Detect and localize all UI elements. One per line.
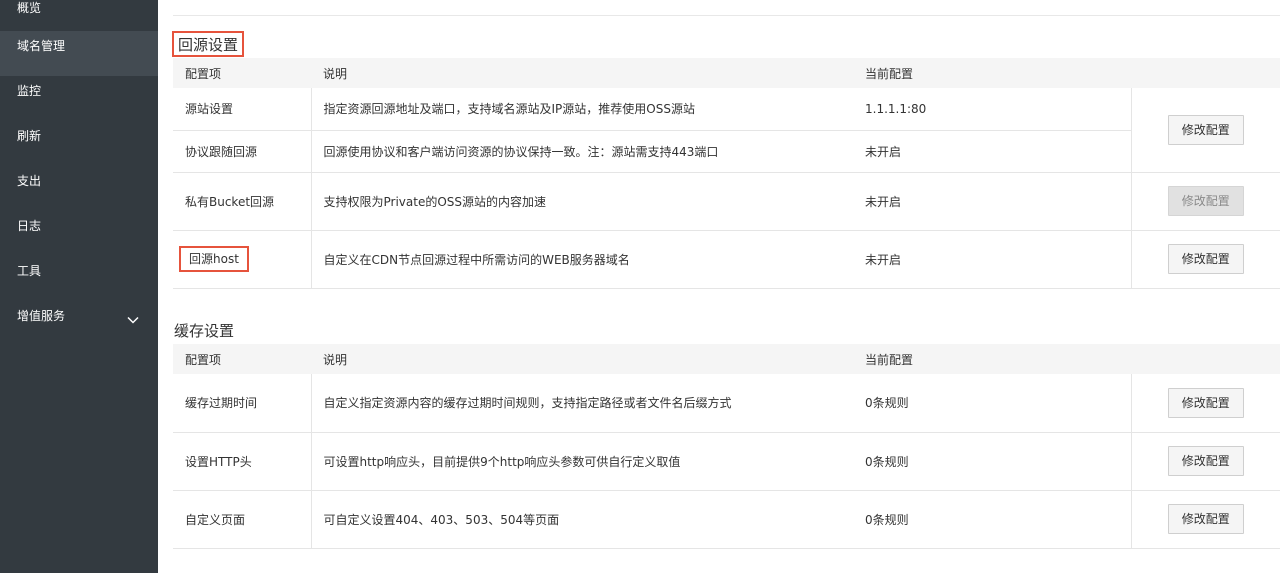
sidebar-item-label: 概览 [17, 1, 42, 15]
table-row: 设置HTTP头 可设置http响应头，目前提供9个http响应头参数可供自行定义… [173, 432, 1280, 491]
row-current: 未开启 [853, 172, 1131, 231]
row-desc: 自定义指定资源内容的缓存过期时间规则，支持指定路径或者文件名后缀方式 [310, 374, 853, 433]
row-current: 0条规则 [853, 432, 1131, 491]
modify-config-button[interactable]: 修改配置 [1167, 244, 1244, 274]
row-desc: 可设置http响应头，目前提供9个http响应头参数可供自行定义取值 [310, 432, 853, 491]
row-current: 0条规则 [853, 490, 1131, 549]
column-header-desc: 说明 [311, 58, 853, 88]
row-current: 1.1.1.1:80 [853, 88, 1131, 131]
table-header-row: 配置项 说明 当前配置 [173, 58, 1280, 88]
sidebar: 概览 域名管理 监控 刷新 支出 日志 工具 增值服务 [0, 0, 158, 573]
row-desc: 可自定义设置404、403、503、504等页面 [310, 490, 853, 549]
sidebar-item-domain-management[interactable]: 域名管理 [0, 31, 158, 76]
sidebar-item-refresh[interactable]: 刷新 [0, 121, 158, 166]
modify-config-button[interactable]: 修改配置 [1167, 114, 1244, 145]
table-header-row: 配置项 说明 当前配置 [173, 344, 1280, 374]
sidebar-item-overview[interactable]: 概览 [0, 0, 158, 31]
back-to-origin-table: 配置项 说明 当前配置 源站设置 指定资源回源地址及端口，支持域名源站及IP源站… [173, 58, 1280, 289]
row-item: 设置HTTP头 [173, 432, 311, 491]
row-desc: 自定义在CDN节点回源过程中所需访问的WEB服务器域名 [310, 230, 853, 289]
modify-config-button[interactable]: 修改配置 [1167, 446, 1244, 476]
row-desc: 回源使用协议和客户端访问资源的协议保持一致。注：源站需支持443端口 [310, 130, 853, 173]
sidebar-item-monitor[interactable]: 监控 [0, 76, 158, 121]
cache-table: 配置项 说明 当前配置 缓存过期时间 自定义指定资源内容的缓存过期时间规则，支持… [173, 344, 1280, 549]
column-header-desc: 说明 [311, 344, 853, 374]
column-header-item: 配置项 [173, 58, 311, 88]
sidebar-item-logs[interactable]: 日志 [0, 211, 158, 256]
row-desc: 指定资源回源地址及端口，支持域名源站及IP源站，推荐使用OSS源站 [310, 88, 853, 131]
sidebar-item-label: 刷新 [17, 129, 42, 143]
row-item: 自定义页面 [173, 490, 311, 549]
row-current: 未开启 [853, 130, 1131, 173]
table-row: 回源host 自定义在CDN节点回源过程中所需访问的WEB服务器域名 未开启 修… [173, 230, 1280, 289]
table-row: 自定义页面 可自定义设置404、403、503、504等页面 0条规则 修改配置 [173, 490, 1280, 549]
column-header-item: 配置项 [173, 344, 311, 374]
table-row: 私有Bucket回源 支持权限为Private的OSS源站的内容加速 未开启 修… [173, 172, 1280, 231]
modify-config-button[interactable]: 修改配置 [1167, 504, 1244, 534]
modify-config-button[interactable]: 修改配置 [1167, 387, 1244, 418]
row-current: 未开启 [853, 230, 1131, 289]
sidebar-item-tools[interactable]: 工具 [0, 256, 158, 301]
section-title-back-to-origin: 回源设置 [172, 31, 245, 57]
sidebar-item-label: 监控 [17, 84, 42, 98]
table-row: 源站设置 指定资源回源地址及端口，支持域名源站及IP源站，推荐使用OSS源站 1… [173, 88, 1280, 173]
sidebar-item-label: 日志 [17, 219, 42, 233]
sidebar-item-label: 工具 [17, 264, 42, 278]
sidebar-item-label: 增值服务 [17, 309, 66, 323]
row-item: 私有Bucket回源 [173, 172, 311, 231]
column-header-action [1131, 58, 1280, 88]
row-item: 缓存过期时间 [173, 374, 311, 433]
chevron-down-icon [126, 308, 140, 338]
sidebar-item-value-added-services[interactable]: 增值服务 [0, 301, 158, 346]
section-title-cache: 缓存设置 [174, 322, 235, 340]
row-item: 源站设置 [173, 88, 311, 131]
row-item: 协议跟随回源 [173, 130, 311, 173]
divider [173, 15, 1280, 16]
table-row: 缓存过期时间 自定义指定资源内容的缓存过期时间规则，支持指定路径或者文件名后缀方… [173, 374, 1280, 433]
column-header-current: 当前配置 [853, 58, 1131, 88]
row-desc: 支持权限为Private的OSS源站的内容加速 [310, 172, 853, 231]
column-header-current: 当前配置 [853, 344, 1131, 374]
main-content: 回源设置 配置项 说明 当前配置 源站设置 指定资源回源地址及端口，支持域名源站… [158, 0, 1280, 573]
sidebar-item-expense[interactable]: 支出 [0, 166, 158, 211]
table-row: 协议跟随回源 回源使用协议和客户端访问资源的协议保持一致。注：源站需支持443端… [173, 130, 1280, 173]
column-header-action [1131, 344, 1280, 374]
row-current: 0条规则 [853, 374, 1131, 433]
row-item-highlighted: 回源host [179, 246, 249, 272]
sidebar-item-label: 域名管理 [17, 39, 66, 53]
sidebar-item-label: 支出 [17, 174, 42, 188]
modify-config-button-disabled: 修改配置 [1167, 186, 1244, 216]
